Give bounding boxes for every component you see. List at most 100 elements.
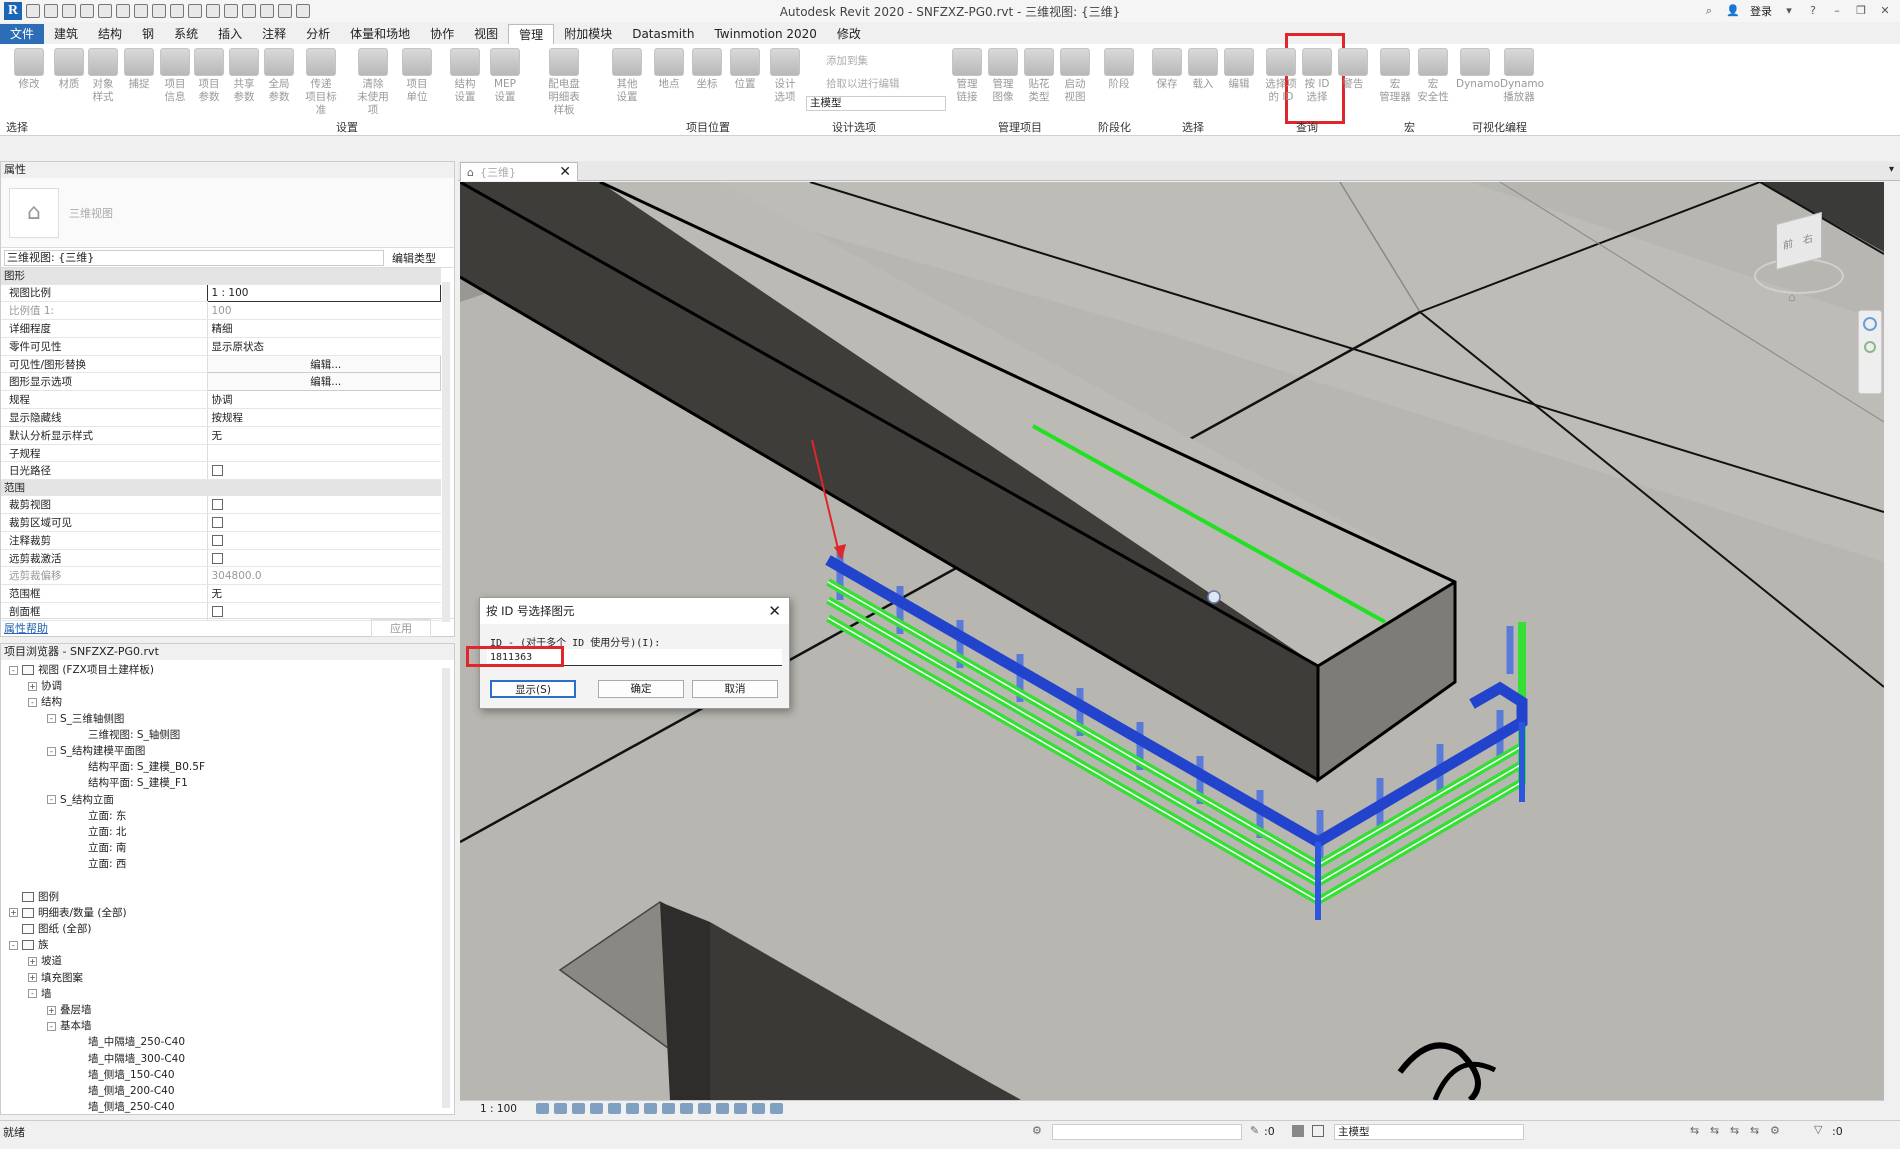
user-icon[interactable]: 👤 xyxy=(1726,4,1740,18)
tree-item[interactable]: + 明细表/数量 (全部) xyxy=(1,905,454,921)
redo-icon[interactable] xyxy=(116,4,130,18)
home-view-icon[interactable]: ⌂ xyxy=(1788,290,1796,304)
select-by-face-icon[interactable]: ⇆ xyxy=(1750,1124,1759,1137)
tree-item[interactable]: 墙_侧墙_150-C40 xyxy=(1,1067,454,1083)
expand-icon[interactable]: + xyxy=(47,1005,56,1015)
property-value[interactable]: 编辑... xyxy=(206,354,441,374)
close-view-tab-icon[interactable]: ✕ xyxy=(559,164,571,180)
ribbon-button-32[interactable]: Dynamo xyxy=(1456,48,1500,91)
expand-icon[interactable]: + xyxy=(28,956,37,966)
collapse-icon[interactable]: - xyxy=(47,795,56,805)
property-value[interactable]: 无 xyxy=(206,584,441,604)
property-value[interactable] xyxy=(206,461,441,481)
ribbon-button-15[interactable]: 地点 xyxy=(650,48,688,91)
tree-item[interactable]: 立面: 西 xyxy=(1,856,454,872)
render-icon[interactable] xyxy=(607,1103,621,1114)
ribbon-button-13[interactable]: 配电盘明细表 样板 xyxy=(545,48,583,117)
collapse-icon[interactable]: - xyxy=(9,665,18,675)
visual-style-icon[interactable] xyxy=(553,1103,567,1114)
text-icon[interactable] xyxy=(206,4,220,18)
tab-manage[interactable]: 管理 xyxy=(508,24,555,44)
minimize-icon[interactable]: – xyxy=(1830,4,1844,18)
ribbon-button-23[interactable]: 阶段 xyxy=(1100,48,1138,91)
tab-file[interactable]: 文件 xyxy=(0,24,45,44)
sun-path-icon[interactable] xyxy=(571,1103,585,1114)
tree-item[interactable]: 墙_侧墙_250-C40 xyxy=(1,1099,454,1114)
ribbon-panel-label[interactable]: 选择 xyxy=(6,119,28,135)
tab-menu-icon[interactable]: ▾ xyxy=(1889,164,1894,175)
checkbox[interactable] xyxy=(211,499,223,511)
design-option-pick-to-edit[interactable]: 拾取以进行编辑 xyxy=(826,76,900,91)
tree-item[interactable]: 结构平面: S_建模_B0.5F xyxy=(1,759,454,775)
design-option-select[interactable]: 主模型 xyxy=(806,96,946,111)
section-label[interactable]: 图形 xyxy=(1,268,441,285)
property-value[interactable]: 编辑... xyxy=(206,372,441,392)
shadows-icon[interactable] xyxy=(589,1103,603,1114)
tab-analyze[interactable]: 分析 xyxy=(296,24,340,44)
reveal-hidden-icon[interactable] xyxy=(697,1103,711,1114)
ribbon-button-17[interactable]: 位置 xyxy=(726,48,764,91)
tree-item[interactable]: + 填充图案 xyxy=(1,970,454,986)
thin-lines-icon[interactable] xyxy=(260,4,274,18)
ribbon-button-5[interactable]: 项目 参数 xyxy=(190,48,228,104)
select-links-icon[interactable]: ⇆ xyxy=(1690,1124,1699,1137)
ribbon-button-6[interactable]: 共享 参数 xyxy=(225,48,263,104)
tab-structure[interactable]: 结构 xyxy=(88,24,132,44)
drag-on-select-icon[interactable]: ⚙ xyxy=(1770,1124,1780,1137)
steering-wheel-icon[interactable] xyxy=(1863,317,1877,331)
ribbon-button-30[interactable]: 宏 管理器 xyxy=(1376,48,1414,104)
type-selector[interactable]: ⌂ 三维视图 xyxy=(1,178,454,248)
filter-icon[interactable]: ▽ xyxy=(1814,1123,1822,1136)
tree-item[interactable]: 结构平面: S_建模_F1 xyxy=(1,775,454,791)
cart-icon[interactable]: ▾ xyxy=(1782,4,1796,18)
ribbon-button-3[interactable]: 捕捉 xyxy=(120,48,158,91)
property-value[interactable]: 按规程 xyxy=(206,408,441,427)
tree-item[interactable] xyxy=(1,872,454,888)
ribbon-button-33[interactable]: Dynamo 播放器 xyxy=(1500,48,1544,104)
ribbon-button-16[interactable]: 坐标 xyxy=(688,48,726,91)
temp-view-properties-icon[interactable] xyxy=(733,1103,747,1114)
tab-collaborate[interactable]: 协作 xyxy=(420,24,464,44)
tab-steel[interactable]: 钢 xyxy=(132,24,164,44)
ribbon-button-28[interactable]: 按 ID 选择 xyxy=(1298,48,1336,104)
design-option-add-to-set[interactable]: 添加到集 xyxy=(826,53,868,68)
tree-item[interactable]: 墙_侧墙_200-C40 xyxy=(1,1083,454,1099)
restore-icon[interactable]: ❐ xyxy=(1854,4,1868,18)
ribbon-button-25[interactable]: 载入 xyxy=(1184,48,1222,91)
navigation-bar[interactable] xyxy=(1858,310,1882,394)
select-pinned-icon[interactable]: ⇆ xyxy=(1730,1124,1739,1137)
section-label[interactable]: 范围 xyxy=(1,479,441,497)
property-value[interactable] xyxy=(206,549,441,568)
ok-button[interactable]: 确定 xyxy=(598,680,684,698)
print-icon[interactable] xyxy=(134,4,148,18)
show-crop-icon[interactable] xyxy=(643,1103,657,1114)
cancel-button[interactable]: 取消 xyxy=(692,680,778,698)
edit-type-button[interactable]: 编辑类型 xyxy=(392,250,436,266)
close-windows-icon[interactable] xyxy=(278,4,292,18)
checkbox[interactable] xyxy=(211,516,223,528)
show-button[interactable]: 显示(S) xyxy=(490,680,576,698)
ribbon-button-27[interactable]: 选择项 的 ID xyxy=(1262,48,1300,104)
tab-twinmotion[interactable]: Twinmotion 2020 xyxy=(704,24,826,44)
tree-item[interactable]: 墙_中隔墙_250-C40 xyxy=(1,1034,454,1050)
ribbon-button-2[interactable]: 对象 样式 xyxy=(84,48,122,104)
collapse-icon[interactable]: - xyxy=(47,1021,56,1031)
expand-icon[interactable]: + xyxy=(28,973,37,983)
expand-icon[interactable]: + xyxy=(28,681,37,691)
tree-item[interactable]: - S_结构立面 xyxy=(1,792,454,808)
design-option-status-select[interactable]: 主模型 xyxy=(1334,1124,1524,1140)
collapse-icon[interactable]: - xyxy=(28,989,37,999)
browser-scrollbar[interactable] xyxy=(442,668,450,1108)
properties-scrollbar[interactable] xyxy=(442,282,450,622)
ribbon-button-26[interactable]: 编辑 xyxy=(1220,48,1258,91)
analytical-model-icon[interactable] xyxy=(751,1103,765,1114)
tab-view[interactable]: 视图 xyxy=(464,24,508,44)
ribbon-button-8[interactable]: 传递 项目标准 xyxy=(302,48,340,117)
tab-annotate[interactable]: 注释 xyxy=(252,24,296,44)
editable-only-icon[interactable]: ✎ xyxy=(1250,1124,1259,1137)
collapse-icon[interactable]: - xyxy=(28,697,37,707)
design-options-toggle-icon[interactable] xyxy=(1312,1125,1324,1137)
undo-icon[interactable] xyxy=(98,4,112,18)
worksharing-icon[interactable] xyxy=(715,1103,729,1114)
tab-massing[interactable]: 体量和场地 xyxy=(340,24,420,44)
